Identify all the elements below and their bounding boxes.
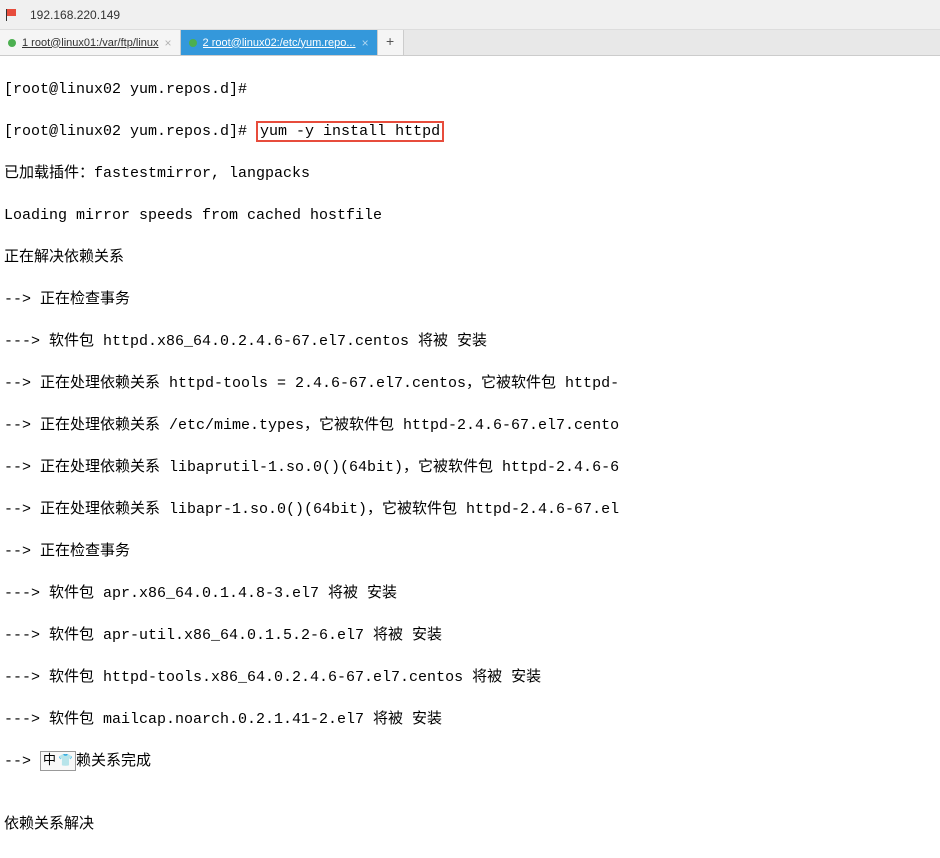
terminal-line: --> 中👕赖关系完成 [4,751,936,772]
highlighted-command: yum -y install httpd [256,121,444,142]
terminal-line: --> 正在处理依赖关系 libapr-1.so.0()(64bit)，它被软件… [4,499,936,520]
title-bar: 192.168.220.149 [0,0,940,30]
tab-session-2[interactable]: 2 root@linux02:/etc/yum.repo... × [181,30,378,55]
terminal-line: [root@linux02 yum.repos.d]# [4,79,936,100]
status-dot-icon [189,39,197,47]
terminal-line: 依赖关系解决 [4,814,936,835]
status-dot-icon [8,39,16,47]
terminal-line: ---> 软件包 httpd.x86_64.0.2.4.6-67.el7.cen… [4,331,936,352]
close-icon[interactable]: × [362,36,369,50]
shell-prompt: [root@linux02 yum.repos.d]# [4,81,256,98]
add-tab-button[interactable]: + [378,30,404,55]
terminal-line: 已加载插件：fastestmirror, langpacks [4,163,936,184]
terminal-line: ---> 软件包 mailcap.noarch.0.2.1.41-2.el7 将… [4,709,936,730]
terminal-line: --> 正在处理依赖关系 /etc/mime.types，它被软件包 httpd… [4,415,936,436]
terminal-line: ---> 软件包 httpd-tools.x86_64.0.2.4.6-67.e… [4,667,936,688]
tab-session-1[interactable]: 1 root@linux01:/var/ftp/linux × [0,30,181,55]
shell-prompt: [root@linux02 yum.repos.d]# [4,123,256,140]
ime-indicator[interactable]: 中👕 [40,751,76,771]
terminal-line: --> 正在处理依赖关系 libaprutil-1.so.0()(64bit)，… [4,457,936,478]
tab-bar: 1 root@linux01:/var/ftp/linux × 2 root@l… [0,30,940,56]
close-icon[interactable]: × [165,36,172,50]
plus-icon: + [386,35,394,51]
app-flag-icon [4,7,20,23]
tab-label: 1 root@linux01:/var/ftp/linux [22,37,159,49]
shirt-icon: 👕 [58,753,73,770]
terminal-line: --> 正在处理依赖关系 httpd-tools = 2.4.6-67.el7.… [4,373,936,394]
terminal-line: [root@linux02 yum.repos.d]# yum -y insta… [4,121,936,142]
tab-label: 2 root@linux02:/etc/yum.repo... [203,37,356,49]
terminal-line: Loading mirror speeds from cached hostfi… [4,205,936,226]
terminal-line: --> 正在检查事务 [4,289,936,310]
terminal-line: --> 正在检查事务 [4,541,936,562]
terminal-line: 正在解决依赖关系 [4,247,936,268]
terminal-output[interactable]: [root@linux02 yum.repos.d]# [root@linux0… [0,56,940,858]
window-address: 192.168.220.149 [30,8,120,22]
ime-mode-char: 中 [43,752,56,770]
terminal-line: ---> 软件包 apr-util.x86_64.0.1.5.2-6.el7 将… [4,625,936,646]
terminal-line: ---> 软件包 apr.x86_64.0.1.4.8-3.el7 将被 安装 [4,583,936,604]
